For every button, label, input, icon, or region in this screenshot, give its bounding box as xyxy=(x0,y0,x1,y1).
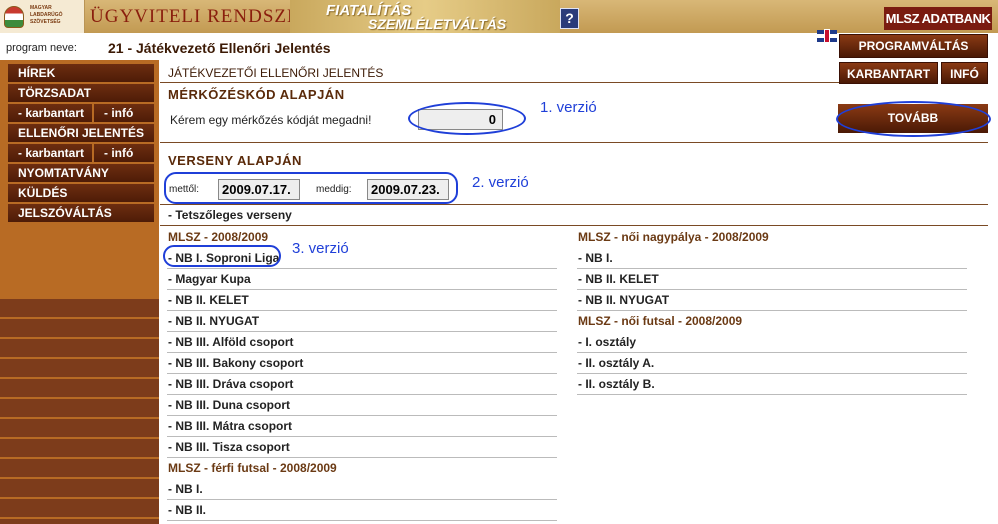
sidebar-item-master-info[interactable]: - infó xyxy=(94,104,154,122)
sidebar-item-master-data[interactable]: TÖRZSADAT xyxy=(8,84,154,102)
sidebar-item-send[interactable]: KÜLDÉS xyxy=(8,184,154,202)
competition-item[interactable]: - NB III. Alföld csoport xyxy=(167,332,557,353)
competition-item[interactable]: - I. osztály xyxy=(577,332,967,353)
logo-text: MAGYAR LABDARÚGÓ SZÖVETSÉG xyxy=(30,5,63,25)
competition-item[interactable]: - NB I. xyxy=(167,479,557,500)
system-title: ÜGYVITELI RENDSZER xyxy=(90,6,314,27)
sidebar-sub-master-data: - karbantart - infó xyxy=(8,104,154,122)
annotation-v1: 1. verzió xyxy=(540,99,597,116)
sidebar-pattern xyxy=(0,299,159,524)
divider xyxy=(160,142,988,143)
group-title: MLSZ - férfi futsal - 2008/2009 xyxy=(168,461,337,475)
competition-item[interactable]: - NB I. xyxy=(577,248,967,269)
divider xyxy=(160,225,988,226)
sidebar-item-inspector-report[interactable]: ELLENŐRI JELENTÉS xyxy=(8,124,154,142)
code-label: Kérem egy mérkőzés kódját megadni! xyxy=(170,113,372,127)
maintain-button[interactable]: KARBANTART xyxy=(839,62,938,84)
crest-icon xyxy=(4,6,24,28)
annotation-v3: 3. verzió xyxy=(292,240,349,257)
competition-item[interactable]: - II. osztály A. xyxy=(577,353,967,374)
code-section-title: MÉRKŐZÉSKÓD ALAPJÁN xyxy=(168,87,345,102)
sidebar-sub-inspector: - karbantart - infó xyxy=(8,144,154,162)
sidebar-item-master-maintain[interactable]: - karbantart xyxy=(8,104,92,122)
divider xyxy=(160,204,988,205)
app-root: MAGYAR LABDARÚGÓ SZÖVETSÉG ÜGYVITELI REN… xyxy=(0,0,998,524)
sidebar-item-forms[interactable]: NYOMTATVÁNY xyxy=(8,164,154,182)
help-icon[interactable]: ? xyxy=(560,8,579,29)
sidebar: HÍREK TÖRZSADAT - karbantart - infó ELLE… xyxy=(0,60,159,524)
annotation-ellipse-1 xyxy=(408,102,526,135)
slogan-band: FIATALÍTÁS SZEMLÉLETVÁLTÁS xyxy=(290,0,560,33)
top-banner: MAGYAR LABDARÚGÓ SZÖVETSÉG ÜGYVITELI REN… xyxy=(0,0,998,33)
program-switch-button[interactable]: PROGRAMVÁLTÁS xyxy=(839,34,988,58)
competition-item[interactable]: - NB II. NYUGAT xyxy=(167,311,557,332)
competition-item[interactable]: - NB III. Mátra csoport xyxy=(167,416,557,437)
info-button[interactable]: INFÓ xyxy=(941,62,988,84)
competition-item[interactable]: - II. osztály B. xyxy=(577,374,967,395)
competition-item[interactable]: - NB II. KELET xyxy=(167,290,557,311)
divider xyxy=(160,82,839,83)
competition-item[interactable]: - NB II. NYUGAT xyxy=(577,290,967,311)
competition-item[interactable]: - NB II. xyxy=(167,500,557,521)
competition-list-right: MLSZ - női nagypálya - 2008/2009 - NB I.… xyxy=(577,227,967,395)
annotation-v2: 2. verzió xyxy=(472,174,529,191)
competition-item[interactable]: - NB III. Dráva csoport xyxy=(167,374,557,395)
sidebar-item-password[interactable]: JELSZÓVÁLTÁS xyxy=(8,204,154,222)
sidebar-item-inspector-info[interactable]: - infó xyxy=(94,144,154,162)
competition-item[interactable]: - NB II. KELET xyxy=(577,269,967,290)
adatbank-link[interactable]: MLSZ ADATBANK xyxy=(884,7,992,30)
annotation-box-2 xyxy=(164,172,458,204)
program-name: 21 - Játékvezető Ellenőri Jelentés xyxy=(108,40,331,56)
competition-item[interactable]: - Magyar Kupa xyxy=(167,269,557,290)
english-flag-icon[interactable] xyxy=(817,30,837,42)
competition-section-title: VERSENY ALAPJÁN xyxy=(168,153,302,168)
competition-item[interactable]: - NB III. Bakony csoport xyxy=(167,353,557,374)
program-label: program neve: xyxy=(6,42,77,54)
group-title: MLSZ - női futsal - 2008/2009 xyxy=(578,314,743,328)
slogan-line-2: SZEMLÉLETVÁLTÁS xyxy=(368,16,507,32)
annotation-ellipse-next xyxy=(836,101,991,137)
mlsz-logo: MAGYAR LABDARÚGÓ SZÖVETSÉG xyxy=(0,0,85,33)
group-title: MLSZ - női nagypálya - 2008/2009 xyxy=(578,230,769,244)
sidebar-item-inspector-maintain[interactable]: - karbantart xyxy=(8,144,92,162)
competition-item[interactable]: - NB III. Tisza csoport xyxy=(167,437,557,458)
competition-list-left: MLSZ - 2008/2009 - NB I. Soproni Liga - … xyxy=(167,227,557,521)
competition-item[interactable]: - NB III. Duna csoport xyxy=(167,395,557,416)
page-title: JÁTÉKVEZETŐI ELLENŐRI JELENTÉS xyxy=(168,66,384,80)
sidebar-item-news[interactable]: HÍREK xyxy=(8,64,154,82)
any-competition-link[interactable]: - Tetszőleges verseny xyxy=(168,208,292,222)
annotation-box-3 xyxy=(163,245,281,267)
